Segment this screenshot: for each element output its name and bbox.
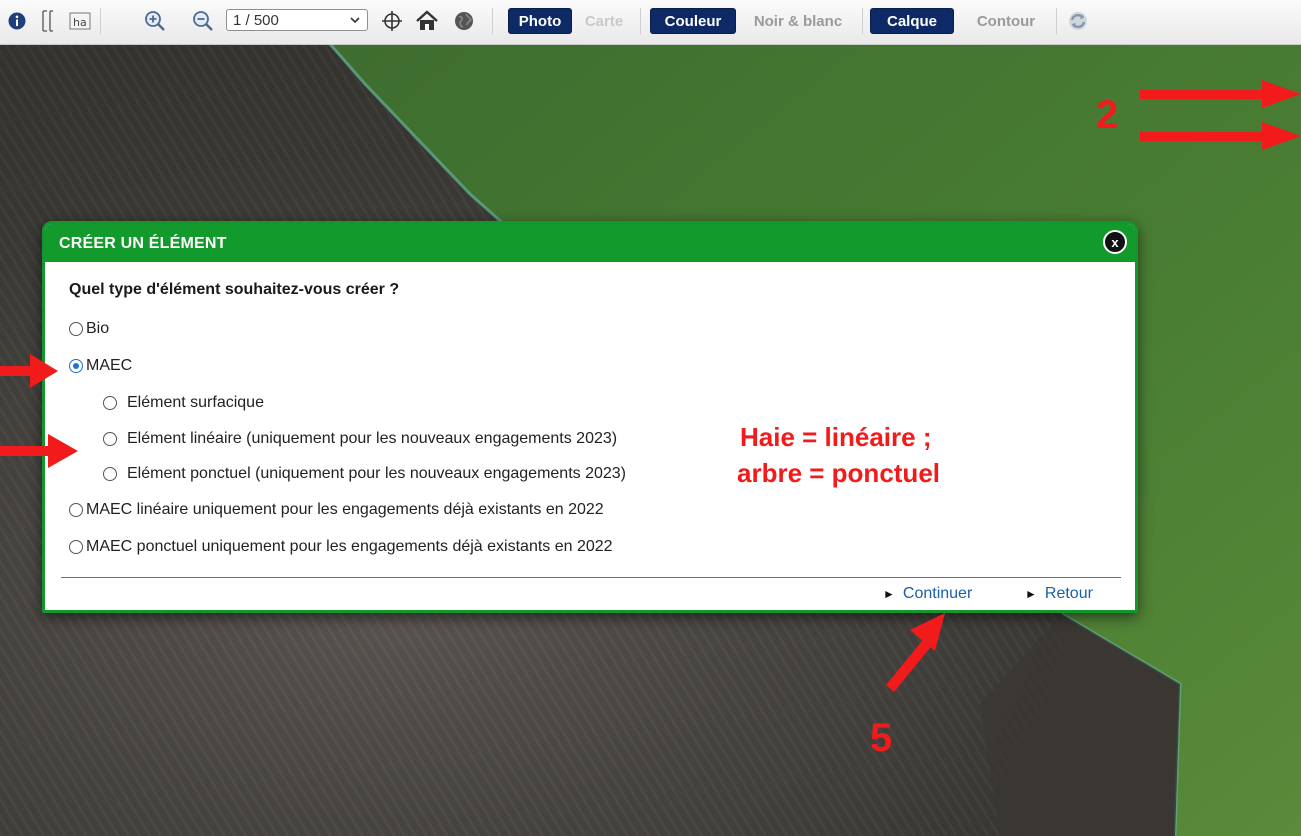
play-arrow-icon: ► <box>883 587 895 601</box>
option-maec-ponctuel-2022[interactable]: MAEC ponctuel uniquement pour les engage… <box>69 538 613 556</box>
globe-icon[interactable] <box>452 10 476 32</box>
back-button[interactable]: ► Retour <box>1025 585 1093 603</box>
scale-select[interactable]: 1 / 500 <box>226 9 368 31</box>
home-icon[interactable] <box>414 10 440 32</box>
option-element-surfacique[interactable]: Elément surfacique <box>103 394 264 412</box>
ha-icon[interactable]: ha <box>66 10 94 32</box>
back-label: Retour <box>1044 585 1093 602</box>
option-element-ponctuel[interactable]: Elément ponctuel (uniquement pour les no… <box>103 465 626 483</box>
option-bio[interactable]: Bio <box>69 320 109 338</box>
dialog-divider <box>61 577 1121 578</box>
option-label: MAEC ponctuel uniquement pour les engage… <box>86 538 613 555</box>
photo-button[interactable]: Photo <box>508 8 572 34</box>
option-element-lineaire[interactable]: Elément linéaire (uniquement pour les no… <box>103 430 617 448</box>
radio-maec-ponctuel-2022[interactable] <box>69 540 83 554</box>
svg-text:ha: ha <box>73 16 87 29</box>
radio-maec-lineaire-2022[interactable] <box>69 503 83 517</box>
annotation-note-line1: Haie = linéaire ; <box>740 422 932 452</box>
create-element-dialog: CRÉER UN ÉLÉMENT x Quel type d'élément s… <box>42 221 1138 613</box>
couleur-button[interactable]: Couleur <box>650 8 736 34</box>
close-icon: x <box>1111 234 1119 250</box>
radio-bio[interactable] <box>69 322 83 336</box>
option-label: Elément linéaire (uniquement pour les no… <box>127 430 618 447</box>
option-label: Elément ponctuel (uniquement pour les no… <box>127 465 626 482</box>
scale-select-value: 1 / 500 <box>233 11 279 29</box>
option-maec-lineaire-2022[interactable]: MAEC linéaire uniquement pour les engage… <box>69 501 604 519</box>
continue-label: Continuer <box>902 585 973 602</box>
option-label: Elément surfacique <box>127 394 264 411</box>
calque-button[interactable]: Calque <box>870 8 954 34</box>
option-label: MAEC linéaire uniquement pour les engage… <box>86 501 604 518</box>
radio-element-ponctuel[interactable] <box>103 467 117 481</box>
dialog-header: CRÉER UN ÉLÉMENT x <box>45 224 1135 262</box>
chevron-down-icon <box>349 13 361 31</box>
radio-element-lineaire[interactable] <box>103 432 117 446</box>
contour-button[interactable]: Contour <box>960 8 1052 34</box>
dialog-title: CRÉER UN ÉLÉMENT <box>59 235 227 252</box>
annotation-note-line2: arbre = ponctuel <box>737 458 940 488</box>
radio-element-surfacique[interactable] <box>103 396 117 410</box>
map-toolbar: ha 1 / 500 Photo Carte Couleur Noir & bl… <box>0 0 1301 45</box>
noir-blanc-button[interactable]: Noir & blanc <box>742 8 854 34</box>
option-label: MAEC <box>86 357 133 374</box>
option-label: Bio <box>86 320 110 337</box>
zoom-in-icon[interactable] <box>144 10 166 32</box>
play-arrow-icon: ► <box>1025 587 1037 601</box>
annotation-step-5: 5 <box>870 716 893 760</box>
crosshair-icon[interactable] <box>380 10 404 32</box>
dialog-question: Quel type d'élément souhaitez-vous créer… <box>69 281 400 298</box>
measure-icon[interactable] <box>36 10 58 32</box>
annotation-step-2: 2 <box>1096 93 1119 137</box>
zoom-out-icon[interactable] <box>192 10 214 32</box>
option-maec[interactable]: MAEC <box>69 357 132 375</box>
carte-button[interactable]: Carte <box>578 8 630 34</box>
close-button[interactable]: x <box>1103 230 1127 254</box>
info-icon[interactable] <box>6 10 28 32</box>
refresh-icon[interactable] <box>1064 10 1092 32</box>
radio-maec[interactable] <box>69 359 83 373</box>
continue-button[interactable]: ► Continuer <box>883 585 972 603</box>
